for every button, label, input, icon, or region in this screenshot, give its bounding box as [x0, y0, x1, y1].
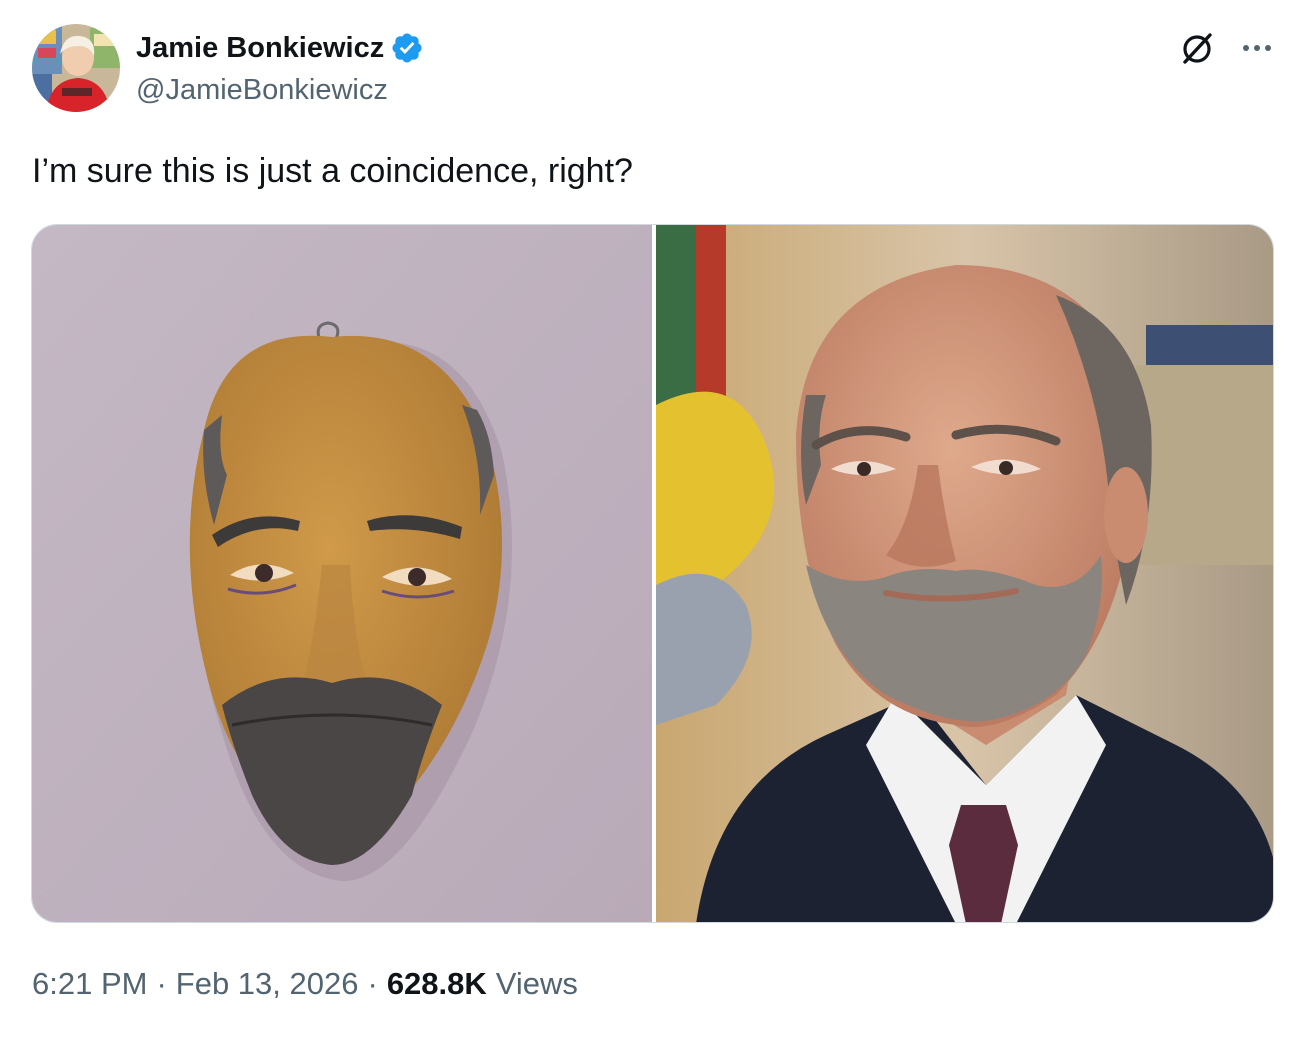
verified-badge-icon[interactable] — [390, 31, 424, 65]
tweet-text: I’m sure this is just a coincidence, rig… — [32, 152, 633, 190]
grok-icon[interactable] — [1177, 28, 1217, 68]
photo-man-portrait-icon — [656, 225, 1273, 922]
meta-separator: · — [367, 966, 378, 1001]
author-handle[interactable]: @JamieBonkiewicz — [136, 74, 424, 107]
media-photo-portrait[interactable] — [656, 225, 1273, 922]
media-photo-mask[interactable] — [32, 225, 652, 922]
avatar[interactable] — [32, 24, 120, 112]
views-label: Views — [495, 966, 578, 1001]
more-icon[interactable] — [1237, 30, 1277, 66]
photo-mask-icon — [32, 225, 652, 922]
author-display-name[interactable]: Jamie Bonkiewicz — [136, 32, 384, 65]
tweet-meta: 6:21 PM · Feb 13, 2026 · 628.8K Views — [32, 966, 578, 1002]
avatar-image — [32, 24, 120, 112]
tweet-date[interactable]: Feb 13, 2026 — [176, 966, 359, 1002]
author-block: Jamie Bonkiewicz @JamieBonkiewicz — [136, 30, 424, 107]
tweet-time[interactable]: 6:21 PM — [32, 966, 147, 1002]
media-grid — [31, 224, 1274, 923]
views-count[interactable]: 628.8K — [387, 966, 487, 1002]
author-name-row: Jamie Bonkiewicz — [136, 30, 424, 66]
meta-separator: · — [156, 966, 167, 1001]
